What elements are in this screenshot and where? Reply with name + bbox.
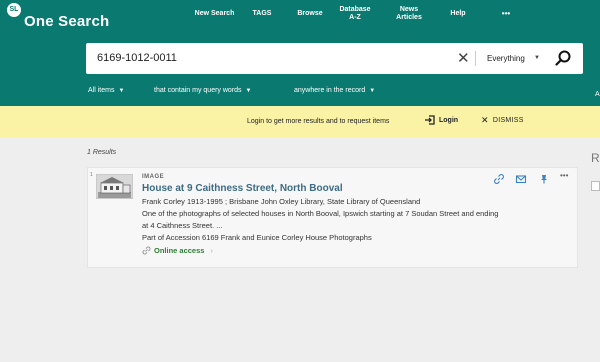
more-actions-button[interactable]: ••• [560,171,572,183]
filter-type-label: All items [88,87,115,94]
permalink-icon[interactable] [493,173,505,185]
search-input[interactable]: 6169-1012-0011 [97,52,177,64]
nav-help[interactable]: Help [447,4,469,24]
dismiss-button[interactable]: ✕ DISMISS [481,115,524,126]
filter-match-words[interactable]: that contain my query words ▼ [154,87,252,94]
refine-heading: R [591,151,600,165]
nav-news-articles[interactable]: News Articles [392,4,426,24]
nav-news-line2: Articles [396,14,422,21]
filter-match-label: that contain my query words [154,87,242,94]
nav-tags[interactable]: TAGS [251,4,273,24]
nav-database-az[interactable]: Database A-Z [339,4,371,24]
search-bar[interactable]: 6169-1012-0011 ✕ Everything ▼ [86,43,583,74]
result-number: 1 [90,172,93,178]
search-divider [475,51,476,66]
nav-database-line2: A-Z [349,14,361,21]
pin-icon[interactable] [538,173,550,185]
nav-more-button[interactable]: ••• [497,4,515,24]
refine-checkbox[interactable] [591,181,600,191]
result-description-line2: at 4 Caithness Street. ... [142,221,223,230]
filter-field-label: anywhere in the record [294,87,366,94]
logo-icon[interactable]: SL [7,3,21,17]
result-collection: Part of Accession 6169 Frank and Eunice … [142,233,372,242]
chevron-down-icon: ▼ [245,88,252,94]
search-icon[interactable] [554,49,572,67]
result-thumbnail[interactable] [96,174,133,199]
chevron-down-icon[interactable]: ▼ [534,55,540,61]
online-access-label: Online access [154,246,205,255]
close-icon: ✕ [481,115,489,125]
chevron-down-icon: ▼ [118,88,125,94]
nav-browse[interactable]: Browse [296,4,324,24]
filter-item-type[interactable]: All items ▼ [88,87,124,94]
chevron-right-icon: › [210,246,213,255]
nav-database-line1: Database [339,6,371,13]
result-title[interactable]: House at 9 Caithness Street, North Boova… [142,183,343,194]
result-creator: Frank Corley 1913-1995 ; Brisbane John O… [142,197,421,206]
advanced-search-link[interactable]: A [595,91,600,98]
top-bar: SL One Search New Search TAGS Browse Dat… [0,0,600,36]
nav-news-line1: News [399,6,419,13]
search-scope-select[interactable]: Everything [487,54,525,63]
app-title[interactable]: One Search [24,13,109,30]
login-button[interactable]: Login [424,115,458,125]
link-icon [142,246,151,255]
online-access-link[interactable]: Online access › [142,246,213,255]
filter-field[interactable]: anywhere in the record ▼ [294,87,375,94]
result-description-line1: One of the photographs of selected house… [142,209,499,218]
login-icon [425,115,435,125]
login-banner: Login to get more results and to request… [0,106,600,137]
clear-search-icon[interactable]: ✕ [457,49,470,67]
result-type: IMAGE [142,174,165,180]
banner-message: Login to get more results and to request… [247,118,390,125]
email-icon[interactable] [515,173,527,185]
nav-new-search[interactable]: New Search [193,4,236,24]
login-label: Login [439,116,459,124]
results-count: 1 Results [87,149,117,156]
chevron-down-icon: ▼ [369,88,376,94]
dismiss-label: DISMISS [492,117,524,124]
search-area: 6169-1012-0011 ✕ Everything ▼ All items ▼… [0,36,600,106]
